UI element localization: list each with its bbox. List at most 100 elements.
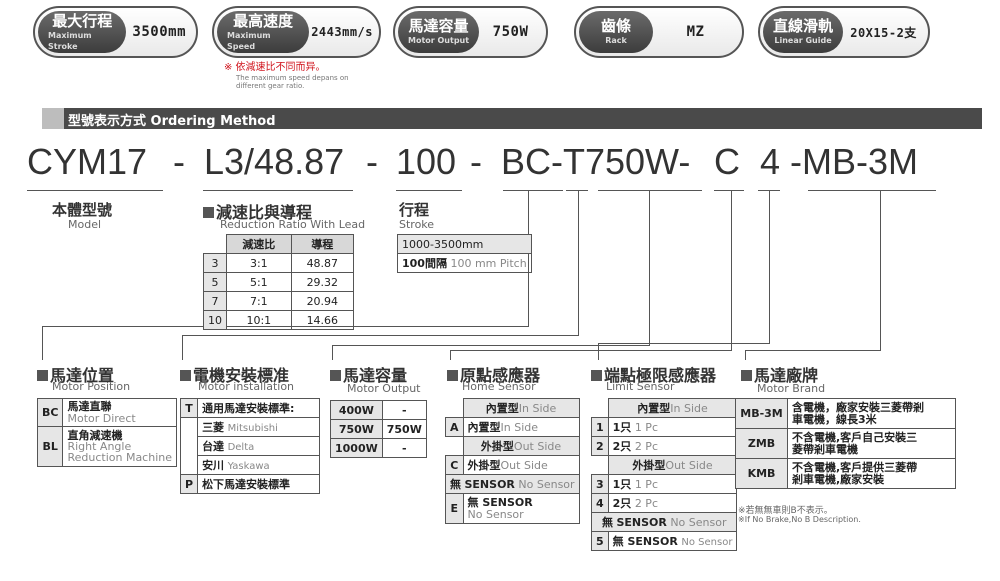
limit-en: 1 Pc	[634, 421, 658, 434]
spec-linear-guide: 直線滑軌 Linear Guide 20X15-2支	[758, 6, 930, 58]
ratio-header: 減速比	[226, 234, 292, 254]
limit-zh: 2只	[612, 440, 632, 453]
ratio-value: 7:1	[226, 291, 292, 311]
home-code: C	[445, 455, 464, 475]
stroke-range: 1000-3500mm	[397, 234, 532, 254]
table-row: 5無 SENSOR No Sensor	[591, 531, 738, 551]
spec-label-en: Rack	[605, 36, 627, 45]
spec-label-en: Motor Output	[408, 36, 470, 45]
brand-desc2: 車電機，線長3米	[792, 412, 877, 426]
motor-position-subtitle: Motor Position	[52, 380, 131, 393]
position-en2: Reduction Machine	[67, 451, 173, 464]
underline	[714, 190, 744, 191]
ordering-page: 最大行程 Maximum Stroke 3500mm 最高速度 Maximum Sp…	[0, 0, 1000, 581]
table-row: 7 7:1 20.94	[203, 291, 355, 311]
square-bullet-icon	[180, 370, 191, 381]
underline	[566, 190, 588, 191]
home-en: No Sensor	[518, 478, 575, 491]
ratio-code: 7	[203, 291, 227, 311]
table-row: 3 3:1 48.87	[203, 253, 355, 273]
table-row: 400W -	[330, 400, 427, 420]
table-row: T 通用馬達安裝標準:	[179, 398, 320, 418]
table-row: ZMB 不含電機,客戶自己安裝三 菱帶剎車電機	[735, 428, 956, 459]
lead-value: 20.94	[290, 291, 355, 311]
connector	[42, 326, 43, 360]
ratio-code: 5	[203, 272, 227, 292]
limit-en: In Side	[670, 402, 708, 415]
stroke-title: 行程	[399, 201, 430, 219]
output-code: 1000W	[330, 438, 383, 458]
spec-label-en: Linear Guide	[774, 36, 832, 45]
table-row: 台達 Delta	[179, 436, 320, 456]
connector	[745, 350, 746, 360]
limit-zh: 1只	[612, 421, 632, 434]
code-stroke: 100	[396, 141, 457, 182]
table-row: KMB 不含電機,客戶提供三菱帶 剎車電機,廠家安裝	[735, 458, 956, 489]
limit-en: No Sensor	[681, 537, 733, 548]
underline	[598, 190, 702, 191]
limit-zh: 2只	[612, 497, 632, 510]
limit-zh: 無 SENSOR	[612, 535, 678, 548]
install-en: Mitsubishi	[227, 423, 278, 434]
spec-label: 最大行程	[52, 11, 113, 30]
square-bullet-icon	[330, 370, 341, 381]
spec-value: 3500mm	[132, 24, 186, 40]
section-header: 型號表示方式 Ordering Method	[42, 108, 982, 129]
connector	[731, 190, 732, 350]
ratio-code: 3	[203, 253, 227, 273]
speed-note-en: The maximum speed depans on	[236, 74, 349, 82]
home-zh: 外掛型	[467, 459, 501, 472]
limit-code: 1	[591, 417, 609, 437]
home-zh: 內置型	[467, 421, 501, 434]
connector	[880, 190, 881, 350]
install-table: T 通用馬達安裝標準: 三菱 Mitsubishi 台達 Delta 安川 Yas…	[179, 398, 320, 494]
brand-code: MB-3M	[735, 398, 788, 429]
connector	[598, 343, 770, 344]
limit-code: 2	[591, 436, 609, 456]
table-row: MB-3M 含電機，廠家安裝三菱帶剎 車電機，線長3米	[735, 398, 956, 429]
code-limit: 4	[760, 141, 781, 182]
square-bullet-icon	[203, 207, 214, 218]
spec-value: 750W	[492, 24, 529, 40]
code-model: CYM17	[27, 141, 148, 182]
brand-desc: 不含電機,客戶自己安裝三	[792, 430, 918, 444]
table-row: 10 10:1 14.66	[203, 310, 355, 330]
install-zh: 松下馬達安裝標準	[197, 474, 320, 494]
brand-desc2: 剎車電機,廠家安裝	[792, 472, 885, 486]
table-row: 無 SENSOR No Sensor	[590, 512, 738, 532]
limit-table: 內置型In Side 1 1只 1 Pc 2 2只 2 Pc 外掛型Out Side…	[590, 398, 738, 551]
limit-code: 無	[601, 516, 613, 529]
connector	[769, 190, 770, 343]
model-title: 本體型號	[52, 201, 113, 219]
table-row: 內置型In Side	[592, 398, 738, 418]
table-row: 1000W -	[330, 438, 427, 458]
stroke-pitch-en: 100 mm Pitch	[450, 257, 527, 270]
install-zh: 通用馬達安裝標準:	[197, 398, 320, 418]
spec-label: 齒條	[601, 17, 632, 35]
connector	[578, 190, 579, 335]
spec-tag: 齒條 Rack	[579, 11, 654, 53]
table-row: 750W 750W	[330, 419, 427, 439]
table-row: 外掛型Out Side	[445, 436, 580, 456]
table-row: 外掛型Out Side	[591, 455, 738, 475]
install-en: Delta	[227, 442, 255, 453]
install-subtitle: Motor installation	[198, 380, 295, 393]
output-code: 750W	[330, 419, 383, 439]
table-row: 2 2只 2 Pc	[591, 436, 738, 456]
connector	[332, 345, 333, 360]
output-table: 400W - 750W 750W 1000W -	[330, 400, 427, 458]
home-en: No Sensor	[467, 507, 524, 521]
square-bullet-icon	[591, 370, 602, 381]
install-en: Yaskawa	[227, 461, 270, 472]
limit-subtitle: Limit Sensor	[606, 380, 675, 393]
lead-header: 導程	[290, 234, 355, 254]
home-en: Out Side	[513, 440, 562, 453]
connector	[745, 350, 881, 351]
limit-en: No Sensor	[670, 516, 727, 529]
ratio-value: 3:1	[226, 253, 292, 273]
table-row: 安川 Yaskawa	[179, 455, 320, 475]
brand-code: KMB	[735, 458, 788, 489]
table-row: 無 SENSOR No Sensor	[445, 474, 580, 494]
install-zh: 安川	[202, 459, 225, 472]
brand-note-en: ※If No Brake,No B Description.	[738, 515, 861, 524]
